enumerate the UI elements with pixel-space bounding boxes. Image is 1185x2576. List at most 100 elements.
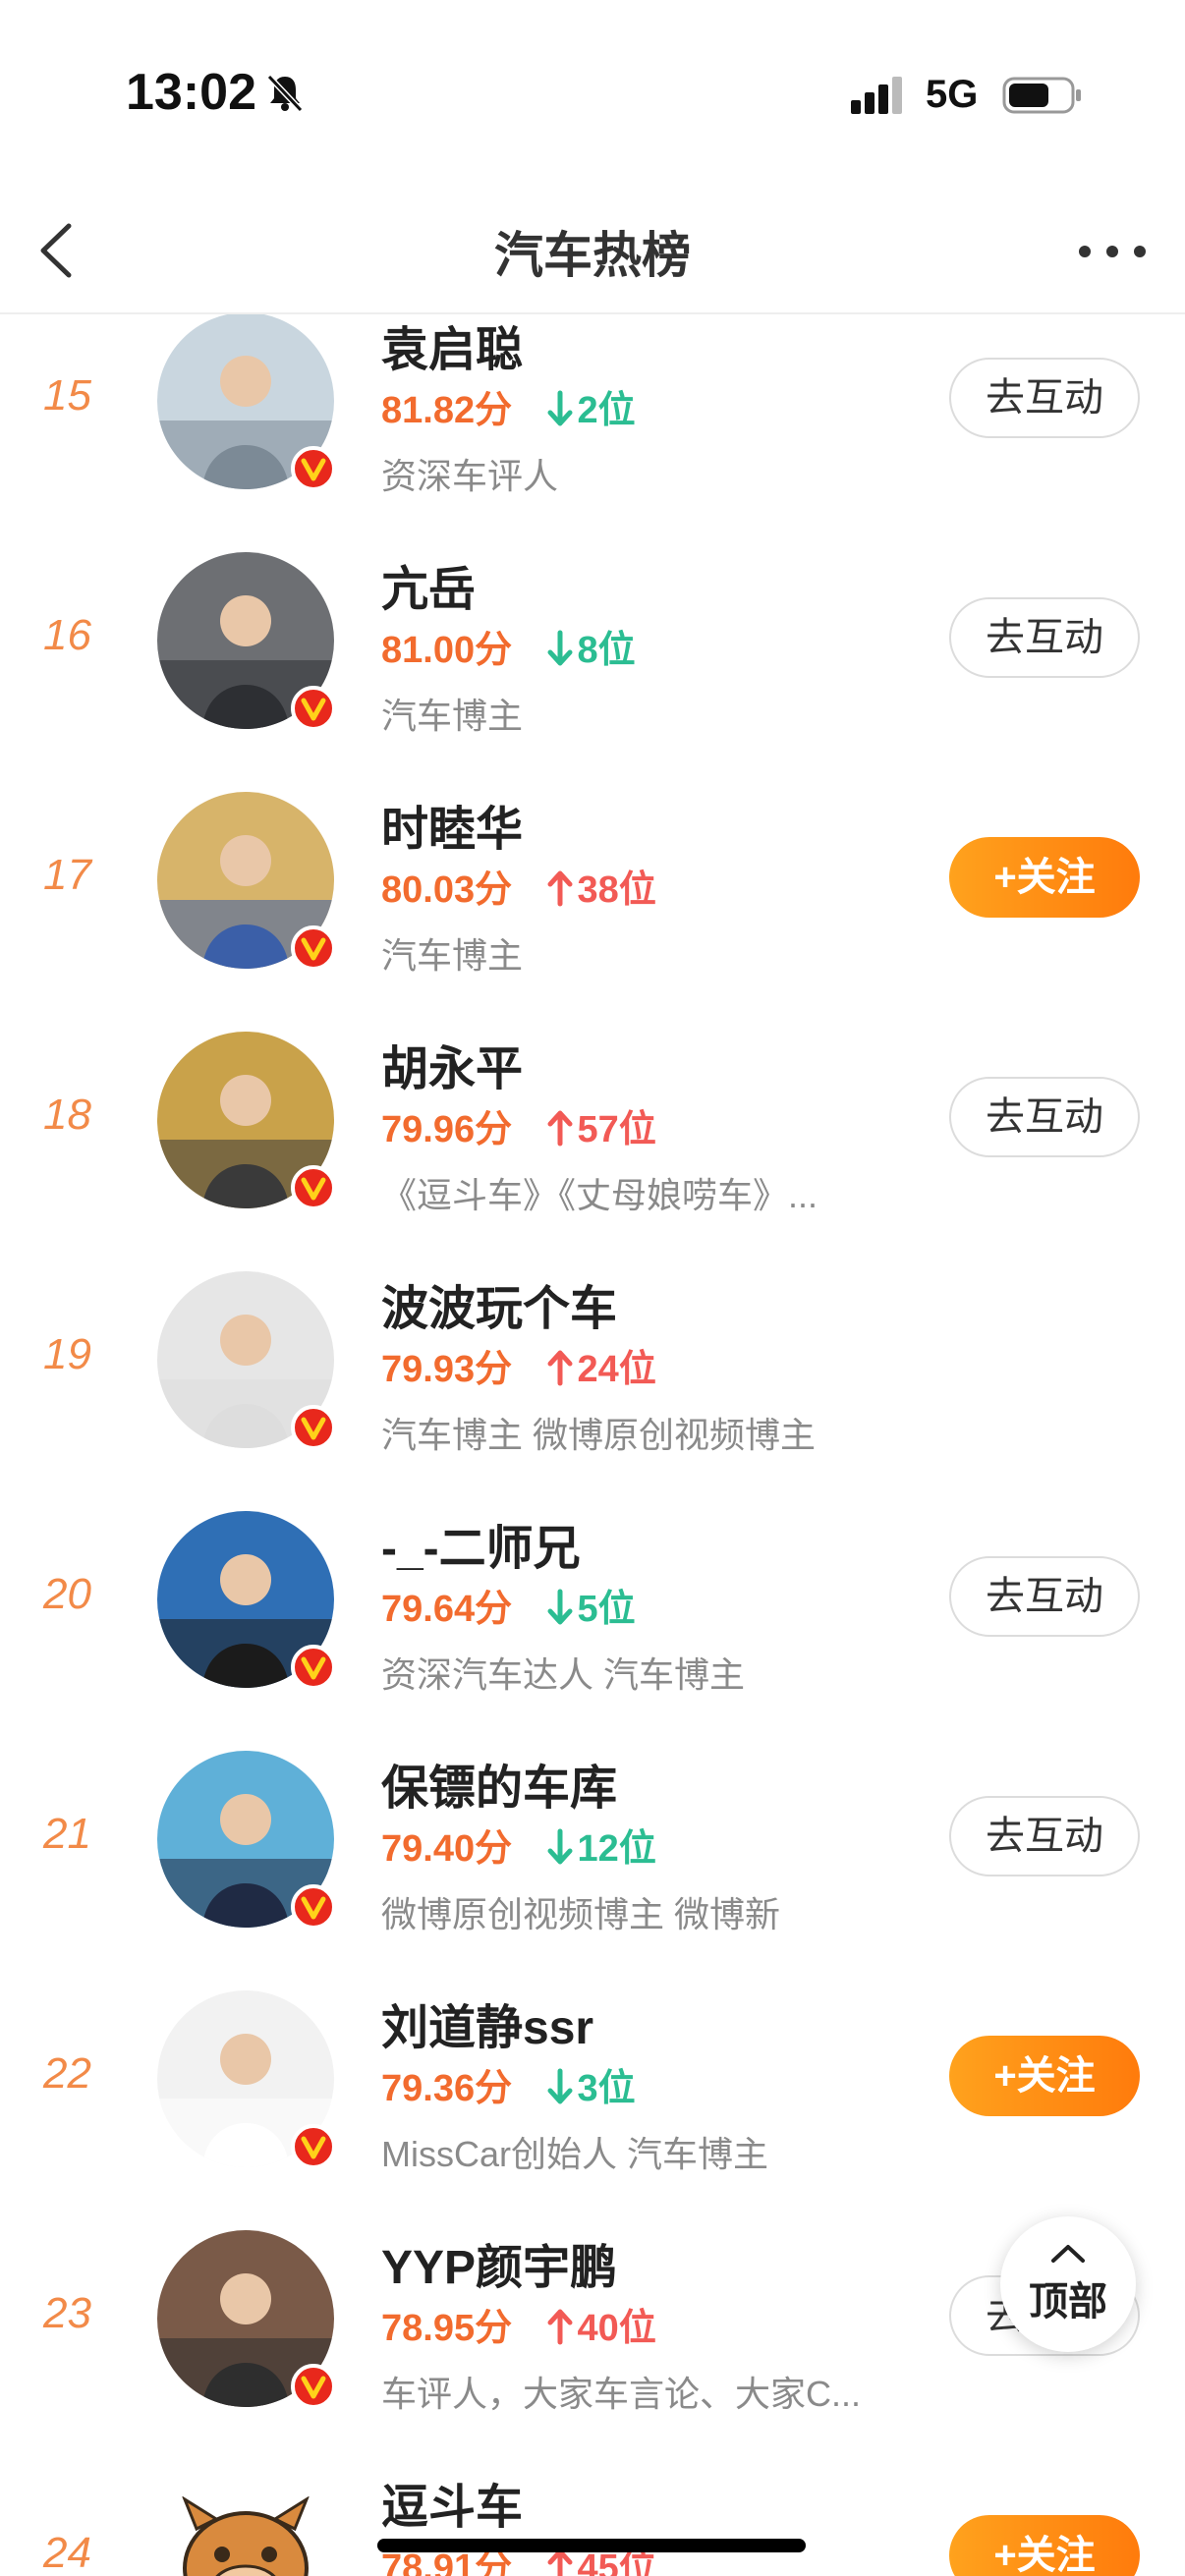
user-description: 车评人，大家车言论、大家C... bbox=[381, 2374, 862, 2414]
score-line: 79.64分 5位 bbox=[381, 1578, 636, 1630]
list-item[interactable]: 18 胡永平 79.96分 57位 《逗斗车》《丈母娘唠车》... 去互动 bbox=[0, 1022, 1185, 1261]
user-name[interactable]: 保镖的车库 bbox=[381, 1749, 617, 1818]
user-description: 汽车博主 bbox=[381, 696, 524, 736]
battery-icon bbox=[1002, 77, 1081, 114]
rank-change: 3位 bbox=[546, 2057, 636, 2111]
rank-change-value: 8位 bbox=[577, 630, 636, 671]
rank-change: 5位 bbox=[546, 1578, 636, 1632]
user-description: 资深车评人 bbox=[381, 456, 559, 496]
follow-button[interactable]: +关注 bbox=[949, 837, 1140, 918]
arrow-down-icon bbox=[547, 2068, 573, 2104]
score-line: 78.95分 40位 bbox=[381, 2297, 656, 2349]
verified-badge-icon bbox=[291, 925, 336, 971]
arrow-up-icon bbox=[547, 870, 573, 907]
list-item[interactable]: 20 -_-二师兄 79.64分 5位 资深汽车达人 汽车博主 去互动 bbox=[0, 1501, 1185, 1741]
user-name[interactable]: 亢岳 bbox=[381, 550, 476, 619]
score-line: 81.82分 2位 bbox=[381, 379, 636, 431]
rank-change-value: 12位 bbox=[577, 1828, 656, 1870]
rank-change-value: 24位 bbox=[577, 1349, 656, 1390]
rank-change: 8位 bbox=[546, 619, 636, 673]
rank-number: 21 bbox=[43, 1810, 91, 1858]
user-name[interactable]: YYP颜宇鹏 bbox=[381, 2228, 617, 2297]
status-bar: 13:02 5G bbox=[0, 0, 1185, 187]
interact-button[interactable]: 去互动 bbox=[949, 358, 1140, 438]
user-description: 微博原创视频博主 微博新 bbox=[381, 1894, 781, 1934]
user-name[interactable]: -_-二师兄 bbox=[381, 1509, 581, 1578]
rank-number: 16 bbox=[43, 611, 91, 659]
list-item[interactable]: 24 逗斗车 78.91分 45位 +关注 bbox=[0, 2460, 1185, 2576]
interact-button[interactable]: 去互动 bbox=[949, 1556, 1140, 1637]
user-description: 汽车博主 微博原创视频博主 bbox=[381, 1415, 817, 1455]
arrow-down-icon bbox=[547, 1828, 573, 1865]
rank-change-value: 3位 bbox=[577, 2068, 636, 2109]
interact-button[interactable]: 去互动 bbox=[949, 1077, 1140, 1157]
rank-change-value: 38位 bbox=[577, 869, 656, 911]
user-description: MissCar创始人 汽车博主 bbox=[381, 2134, 768, 2174]
verified-badge-icon bbox=[291, 1645, 336, 1690]
user-name[interactable]: 时睦华 bbox=[381, 790, 523, 859]
arrow-up-icon bbox=[547, 2309, 573, 2345]
rank-change: 2位 bbox=[546, 379, 636, 433]
verified-badge-icon bbox=[291, 1884, 336, 1930]
score-line: 79.93分 24位 bbox=[381, 1338, 656, 1390]
rank-number: 17 bbox=[43, 851, 91, 899]
list-item[interactable]: 21 保镖的车库 79.40分 12位 微博原创视频博主 微博新 去互动 bbox=[0, 1741, 1185, 1981]
verified-badge-icon bbox=[291, 2124, 336, 2169]
ranking-list: 15 袁启聪 81.82分 2位 资深车评人 去互动 16 亢岳 81.00分 … bbox=[0, 314, 1185, 2576]
score-line: 79.96分 57位 bbox=[381, 1098, 656, 1150]
verified-badge-icon bbox=[291, 446, 336, 491]
list-item[interactable]: 17 时睦华 80.03分 38位 汽车博主 +关注 bbox=[0, 782, 1185, 1022]
score-line: 79.36分 3位 bbox=[381, 2057, 636, 2109]
score-value: 78.95分 bbox=[381, 2308, 513, 2349]
score-value: 79.36分 bbox=[381, 2068, 513, 2109]
rank-number: 18 bbox=[43, 1091, 91, 1139]
rank-number: 24 bbox=[43, 2529, 91, 2576]
network-type: 5G bbox=[926, 73, 979, 116]
rank-number: 22 bbox=[43, 2049, 91, 2098]
cellular-signal-icon bbox=[851, 77, 902, 114]
user-name[interactable]: 波波玩个车 bbox=[381, 1269, 617, 1338]
rank-change: 24位 bbox=[546, 1338, 656, 1392]
score-value: 79.96分 bbox=[381, 1109, 513, 1150]
rank-change-value: 5位 bbox=[577, 1589, 636, 1630]
score-line: 80.03分 38位 bbox=[381, 859, 656, 911]
rank-change: 40位 bbox=[546, 2297, 656, 2351]
list-item[interactable]: 16 亢岳 81.00分 8位 汽车博主 去互动 bbox=[0, 542, 1185, 782]
rank-change: 57位 bbox=[546, 1098, 656, 1152]
score-value: 79.93分 bbox=[381, 1349, 513, 1390]
score-value: 81.00分 bbox=[381, 630, 513, 671]
follow-button[interactable]: +关注 bbox=[949, 2515, 1140, 2576]
list-item[interactable]: 15 袁启聪 81.82分 2位 资深车评人 去互动 bbox=[0, 314, 1185, 542]
interact-button[interactable]: 去互动 bbox=[949, 597, 1140, 678]
list-item[interactable]: 22 刘道静ssr 79.36分 3位 MissCar创始人 汽车博主 +关注 bbox=[0, 1981, 1185, 2220]
score-value: 79.40分 bbox=[381, 1828, 513, 1870]
user-name[interactable]: 刘道静ssr bbox=[381, 1988, 593, 2057]
arrow-down-icon bbox=[547, 630, 573, 666]
rank-number: 23 bbox=[43, 2289, 91, 2337]
arrow-down-icon bbox=[547, 390, 573, 426]
rank-change-value: 57位 bbox=[577, 1109, 656, 1150]
user-description: 资深汽车达人 汽车博主 bbox=[381, 1654, 746, 1695]
user-name[interactable]: 胡永平 bbox=[381, 1030, 523, 1098]
arrow-up-icon bbox=[547, 1110, 573, 1147]
more-options-icon[interactable] bbox=[1071, 216, 1154, 285]
avatar[interactable] bbox=[157, 2470, 334, 2576]
back-to-top-button[interactable]: 顶部 bbox=[1000, 2216, 1136, 2352]
rank-number: 15 bbox=[43, 371, 91, 420]
user-name[interactable]: 逗斗车 bbox=[381, 2468, 523, 2537]
list-item[interactable]: 19 波波玩个车 79.93分 24位 汽车博主 微博原创视频博主 bbox=[0, 1261, 1185, 1501]
verified-badge-icon bbox=[291, 1405, 336, 1450]
rank-change-value: 40位 bbox=[577, 2308, 656, 2349]
interact-button[interactable]: 去互动 bbox=[949, 1796, 1140, 1876]
chevron-up-icon bbox=[1051, 2245, 1085, 2263]
rank-number: 19 bbox=[43, 1330, 91, 1378]
verified-badge-icon bbox=[291, 1165, 336, 1210]
user-description: 《逗斗车》《丈母娘唠车》... bbox=[381, 1175, 818, 1215]
user-name[interactable]: 袁启聪 bbox=[381, 314, 523, 379]
page-title: 汽车热榜 bbox=[494, 228, 691, 283]
follow-button[interactable]: +关注 bbox=[949, 2036, 1140, 2116]
score-value: 81.82分 bbox=[381, 390, 513, 431]
home-indicator[interactable] bbox=[377, 2539, 806, 2552]
bell-muted-icon bbox=[266, 74, 304, 113]
rank-change: 38位 bbox=[546, 859, 656, 913]
